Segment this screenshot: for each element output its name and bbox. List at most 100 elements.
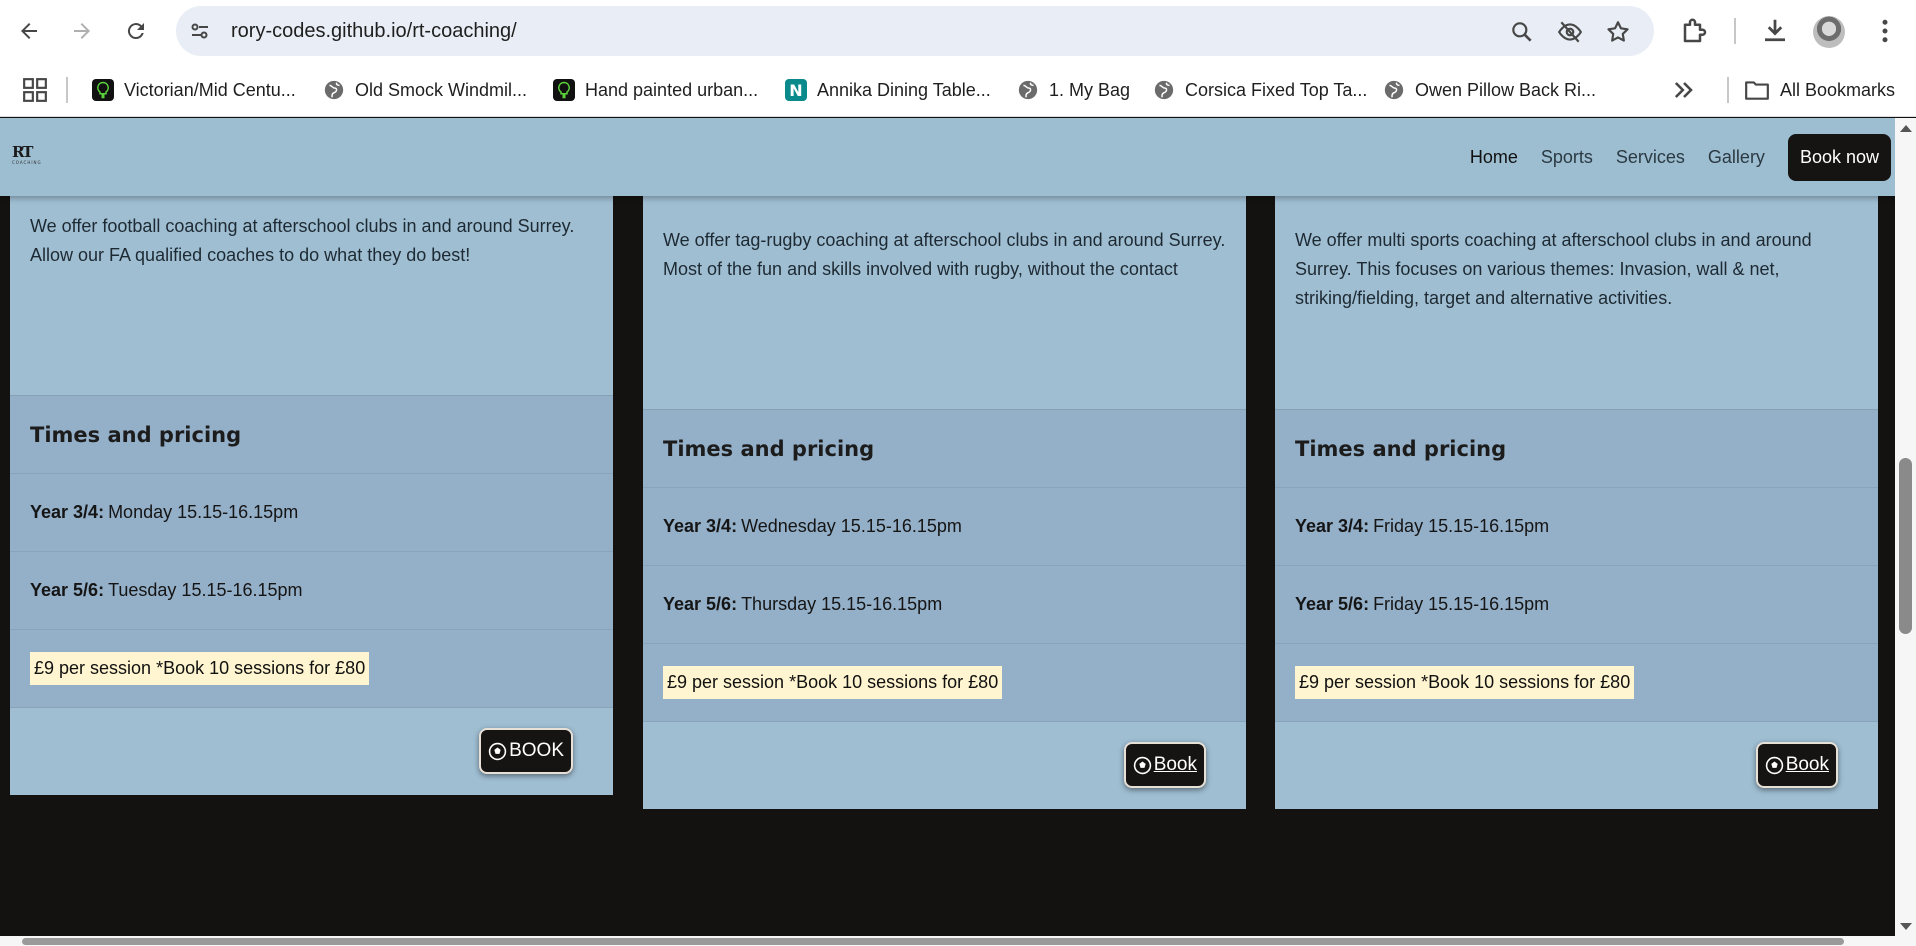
book-button-label: Book (1785, 754, 1829, 775)
bookmark-label: 1. My Bag (1049, 79, 1131, 100)
bookmark-label: Old Smock Windmil... (355, 79, 528, 100)
bookmark-item[interactable]: Owen Pillow Back Ri... (1383, 73, 1596, 107)
folder-icon (1745, 81, 1769, 100)
book-button-label: Book (1153, 754, 1197, 775)
pricing-title: Times and pricing (10, 396, 613, 474)
pricing-row: Year 3/4: Wednesday 15.15-16.15pm (643, 488, 1246, 566)
year-label: Year 5/6: (663, 594, 738, 614)
download-icon[interactable] (1760, 16, 1790, 46)
logo-text: RT (12, 143, 33, 161)
bookmark-item[interactable]: Victorian/Mid Centu... (92, 73, 296, 107)
sport-card-rugby: We offer tag-rugby coaching at afterscho… (643, 118, 1246, 809)
url-text[interactable]: rory-codes.github.io/rt-coaching/ (231, 6, 517, 56)
n-logo-icon: N (785, 79, 807, 101)
pricing-row: Year 3/4: Friday 15.15-16.15pm (1275, 488, 1878, 566)
year-label: Year 5/6: (30, 580, 105, 600)
horizontal-scroll-thumb[interactable] (22, 938, 1844, 945)
tree-icon (553, 79, 575, 101)
session-time: Tuesday 15.15-16.15pm (108, 580, 303, 600)
nav-link-home[interactable]: Home (1470, 147, 1518, 168)
bookmarks-separator (66, 77, 68, 103)
reload-button[interactable] (118, 13, 154, 49)
bookmark-item[interactable]: 1. My Bag (1017, 73, 1130, 107)
apps-grid-icon[interactable] (22, 77, 48, 103)
card-description: We offer football coaching at afterschoo… (30, 216, 575, 265)
session-time: Monday 15.15-16.15pm (108, 502, 299, 522)
session-time: Friday 15.15-16.15pm (1373, 516, 1550, 536)
book-now-button[interactable]: Book now (1787, 133, 1891, 181)
nav-link-gallery[interactable]: Gallery (1708, 147, 1765, 168)
year-label: Year 3/4: (30, 502, 105, 522)
pricing-row: Year 5/6: Tuesday 15.15-16.15pm (10, 552, 613, 630)
browser-toolbar: rory-codes.github.io/rt-coaching/ (0, 0, 1916, 63)
back-button[interactable] (11, 13, 47, 49)
bookmark-item[interactable]: N Annika Dining Table... (785, 73, 991, 107)
address-bar[interactable]: rory-codes.github.io/rt-coaching/ (176, 6, 1654, 56)
logo-subtext: COACHING (12, 160, 42, 165)
year-label: Year 5/6: (1295, 594, 1370, 614)
vertical-scrollbar[interactable] (1895, 118, 1916, 936)
zoom-icon[interactable] (1509, 19, 1535, 45)
globe-icon (323, 79, 345, 101)
book-button[interactable]: BOOK (479, 728, 573, 774)
site-nav: Home Sports Services Gallery Book now (1470, 118, 1895, 196)
book-button-label: BOOK (509, 740, 564, 761)
vertical-scroll-thumb[interactable] (1899, 458, 1912, 634)
scroll-up-arrow-icon[interactable] (1900, 125, 1912, 132)
nav-link-sports[interactable]: Sports (1541, 147, 1593, 168)
scroll-down-arrow-icon[interactable] (1900, 923, 1912, 930)
football-icon (488, 742, 507, 760)
page-viewport: We offer football coaching at afterschoo… (0, 118, 1895, 936)
extensions-icon[interactable] (1680, 16, 1710, 46)
football-icon (1765, 756, 1783, 774)
globe-icon (1153, 79, 1175, 101)
pricing-row: £9 per session *Book 10 sessions for £80 (10, 630, 613, 708)
eye-off-icon[interactable] (1557, 19, 1583, 45)
bookmark-item[interactable]: Corsica Fixed Top Ta... (1153, 73, 1367, 107)
pricing-table: Times and pricing Year 3/4: Monday 15.15… (10, 395, 613, 708)
bookmark-label: Victorian/Mid Centu... (124, 79, 296, 100)
site-logo[interactable]: RT COACHING (12, 145, 48, 171)
session-time: Wednesday 15.15-16.15pm (741, 516, 962, 536)
football-icon (1133, 756, 1151, 774)
book-button[interactable]: Book (1123, 742, 1206, 788)
pricing-row: £9 per session *Book 10 sessions for £80 (643, 644, 1246, 722)
sport-card-football: We offer football coaching at afterschoo… (10, 118, 613, 795)
book-button[interactable]: Book (1755, 742, 1838, 788)
pricing-table: Times and pricing Year 3/4: Wednesday 15… (643, 409, 1246, 722)
reload-icon (127, 23, 144, 40)
year-label: Year 3/4: (663, 516, 738, 536)
all-bookmarks-label: All Bookmarks (1780, 79, 1896, 100)
bookmarks-bar: Victorian/Mid Centu... Old Smock Windmil… (0, 63, 1916, 117)
pricing-table: Times and pricing Year 3/4: Friday 15.15… (1275, 409, 1878, 722)
tree-icon (92, 79, 114, 101)
price-badge: £9 per session *Book 10 sessions for £80 (30, 652, 370, 685)
nav-link-services[interactable]: Services (1616, 147, 1685, 168)
session-time: Friday 15.15-16.15pm (1373, 594, 1550, 614)
globe-icon (1017, 79, 1039, 101)
forward-button[interactable] (64, 13, 100, 49)
site-header: RT COACHING Home Sports Services Gallery… (0, 118, 1895, 196)
pricing-row: Year 3/4: Monday 15.15-16.15pm (10, 474, 613, 552)
all-bookmarks-button[interactable]: All Bookmarks (1744, 73, 1895, 107)
pricing-row: £9 per session *Book 10 sessions for £80 (1275, 644, 1878, 722)
bookmark-label: Annika Dining Table... (817, 79, 991, 100)
pricing-title: Times and pricing (1275, 410, 1878, 488)
bookmark-star-icon[interactable] (1605, 19, 1631, 45)
profile-avatar[interactable] (1813, 16, 1845, 48)
bookmark-item[interactable]: Hand painted urban... (553, 73, 758, 107)
chevron-double-right-icon[interactable] (1670, 76, 1698, 104)
card-description: We offer tag-rugby coaching at afterscho… (663, 230, 1226, 279)
globe-icon (1383, 79, 1405, 101)
forward-arrow-icon (74, 23, 90, 39)
pricing-title: Times and pricing (643, 410, 1246, 488)
price-badge: £9 per session *Book 10 sessions for £80 (663, 666, 1003, 699)
bookmark-item[interactable]: Old Smock Windmil... (323, 73, 527, 107)
sport-card-multi-sports: We offer multi sports coaching at afters… (1275, 118, 1878, 809)
bookmark-label: Corsica Fixed Top Ta... (1185, 79, 1368, 100)
pricing-row: Year 5/6: Friday 15.15-16.15pm (1275, 566, 1878, 644)
site-settings-icon[interactable] (188, 19, 212, 43)
horizontal-scrollbar[interactable] (0, 936, 1916, 946)
more-menu-icon[interactable] (1870, 16, 1900, 46)
back-arrow-icon (21, 23, 37, 39)
